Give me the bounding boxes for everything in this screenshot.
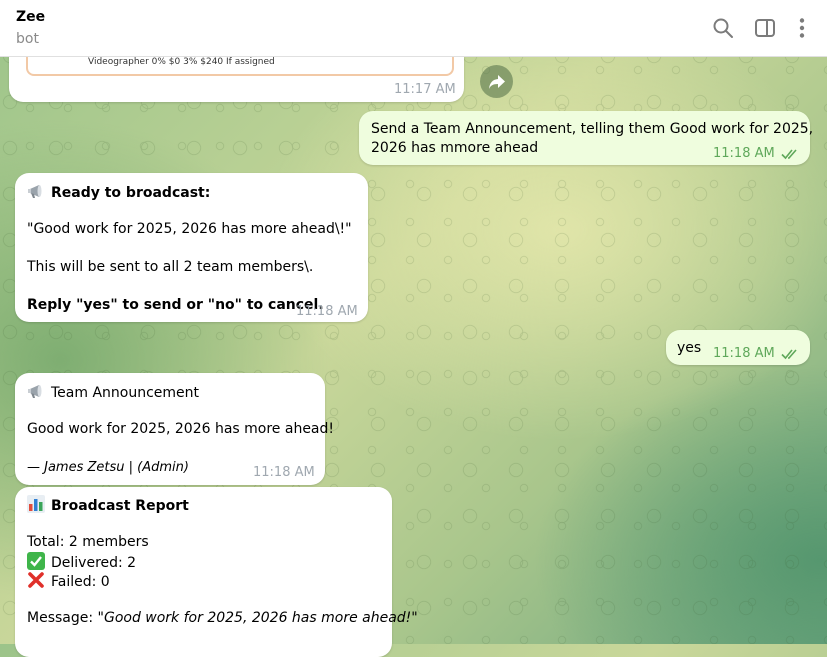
message-body: Good work for 2025, 2026 has more ahead! [27,421,335,437]
message-time: 11:18 AM [713,346,775,361]
message-time: 11:18 AM [253,465,315,480]
forward-button[interactable] [480,65,513,98]
message-heading-text: Broadcast Report [51,498,189,514]
message-incoming[interactable]: Team Announcement Good work for 2025, 20… [15,373,334,485]
chat-title[interactable]: Zee [16,9,45,25]
message-embed-card: Videographer 0% $0 3% $240 If assigned [26,56,454,76]
report-message: Message: "Good work for 2025, 2026 has m… [27,609,418,628]
message-instruction: Reply "yes" to send or "no" to cancel. [27,297,324,313]
message-body: This will be sent to all 2 team members\… [27,259,314,275]
search-icon[interactable] [712,17,734,39]
bar-chart-icon [27,495,45,513]
message-meta: 11:18 AM [713,344,799,363]
double-check-icon [781,148,797,159]
message-time: 11:18 AM [713,146,775,161]
message-text: Send a Team Announcement, telling them G… [371,121,814,137]
message-heading: Ready to broadcast: [27,182,210,203]
sidebar-toggle-icon[interactable] [754,17,776,39]
message-time: 11:17 AM [394,82,456,97]
report-delivered: Delivered: 2 [27,552,136,573]
message-quote: "Good work for 2025, 2026 has more ahead… [27,221,352,237]
report-failed: Failed: 0 [27,571,110,592]
message-signature: — James Zetsu | (Admin) [27,460,189,475]
message-incoming[interactable]: Broadcast Report Total: 2 members Delive… [15,487,418,657]
message-heading: Broadcast Report [27,495,189,516]
message-heading: Team Announcement [27,382,199,403]
report-failed-text: Failed: 0 [51,574,110,590]
forward-icon [488,74,505,89]
report-total: Total: 2 members [27,534,149,550]
message-outgoing[interactable]: Send a Team Announcement, telling them G… [359,111,814,165]
message-text: yes [677,340,702,356]
double-check-icon [781,348,797,359]
embed-text: Videographer 0% $0 3% $240 If assigned [88,57,275,67]
message-time: 11:18 AM [296,304,358,319]
report-message-label: Message: [27,610,98,626]
megaphone-icon [28,185,42,198]
message-outgoing[interactable]: yes 11:18 AM [666,330,810,365]
check-mark-icon [27,552,45,570]
report-delivered-text: Delivered: 2 [51,555,137,571]
chat-header: Zee bot [0,0,827,57]
megaphone-icon [28,385,42,398]
message-meta: 11:18 AM [713,144,799,163]
message-heading-text: Ready to broadcast: [51,185,211,201]
chat-subtitle: bot [16,31,39,47]
report-message-value: "Good work for 2025, 2026 has more ahead… [97,610,418,626]
message-heading-text: Team Announcement [51,385,200,401]
more-vertical-icon[interactable] [791,17,813,39]
cross-mark-icon [28,572,44,588]
message-text: 2026 has mmore ahead [371,140,539,156]
message-incoming[interactable]: Ready to broadcast: "Good work for 2025,… [15,173,368,322]
